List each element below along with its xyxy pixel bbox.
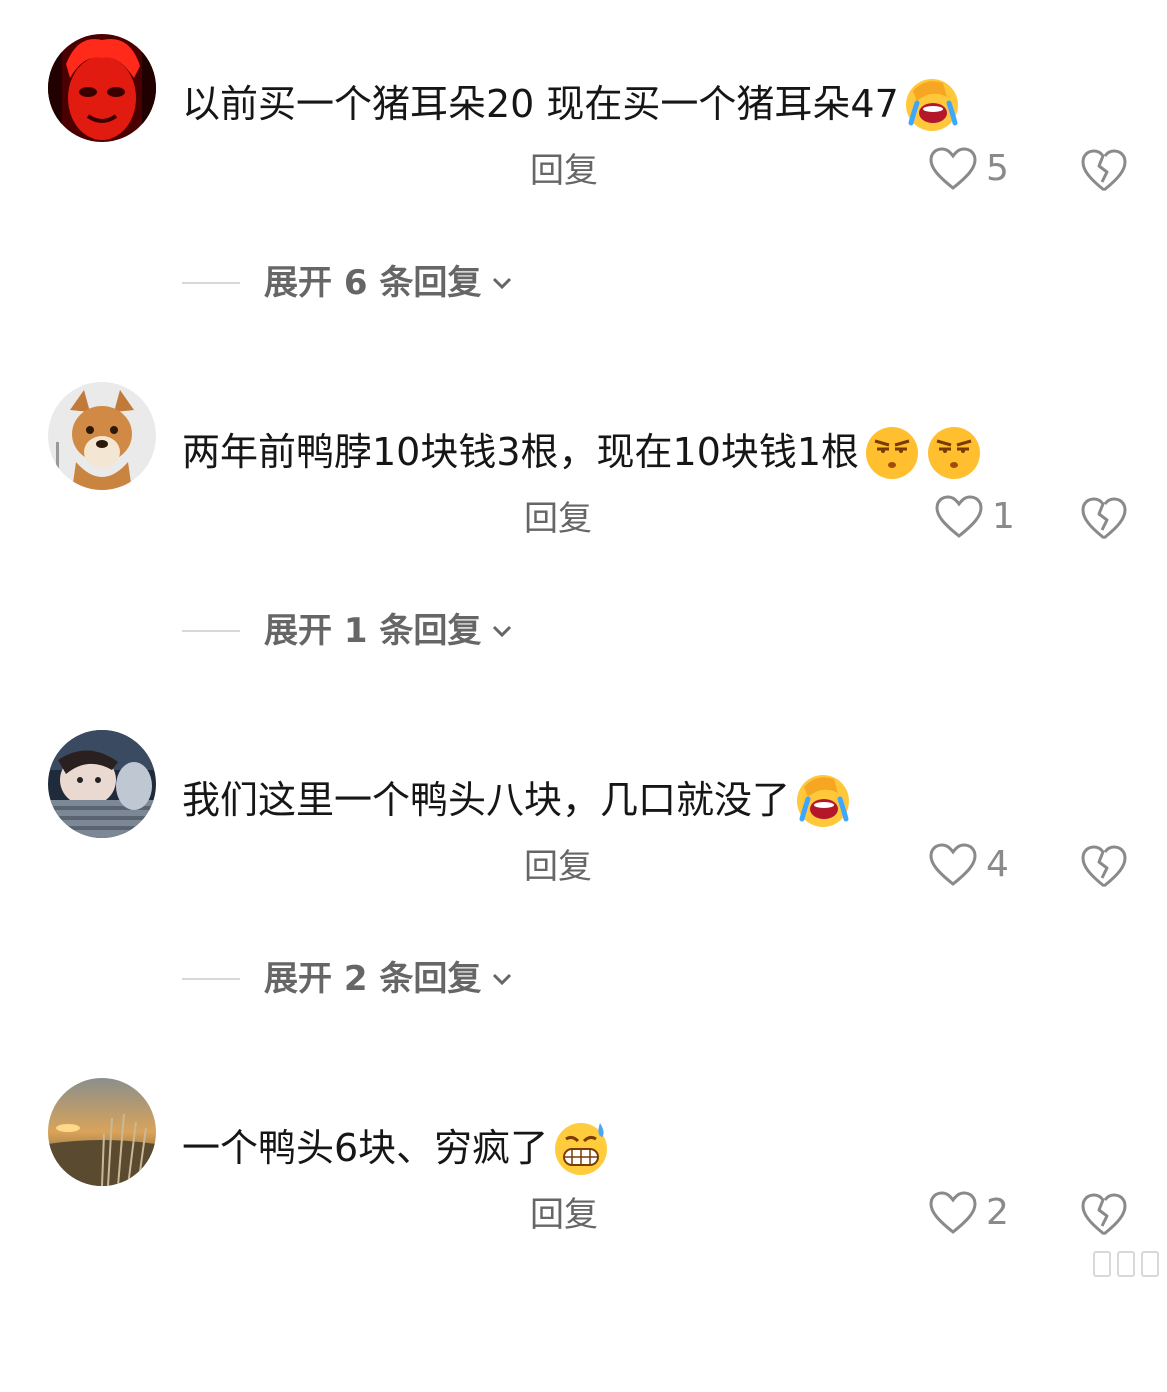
heart-icon (929, 1191, 977, 1234)
comment-body: 我们这里一个鸭头八块，几口就没了 (182, 778, 791, 822)
grinning-sweat-emoji-icon (552, 1119, 610, 1177)
broken-heart-icon (1081, 497, 1127, 540)
dislike-button[interactable] (1080, 1192, 1128, 1242)
sunset-avatar-image (48, 1078, 156, 1186)
expand-replies-label: 展开 2 条回复 (264, 959, 482, 999)
expand-replies-label: 展开 1 条回复 (264, 611, 482, 651)
broken-heart-icon (1081, 845, 1127, 888)
broken-heart-icon (1081, 1193, 1127, 1236)
reply-button[interactable]: 回复 (524, 496, 592, 542)
like-count: 4 (986, 844, 1009, 885)
unamused-face-emoji-icon (925, 423, 983, 481)
like-count: 2 (986, 1192, 1009, 1233)
expand-replies-button[interactable]: 展开 2 条回复 (182, 956, 513, 1002)
dog-avatar-image (48, 382, 156, 490)
reply-button[interactable]: 回复 (524, 844, 592, 890)
face-palm-crying-emoji-icon (794, 771, 852, 829)
dislike-button[interactable] (1080, 496, 1128, 546)
comment-text: 两年前鸭脖10块钱3根，现在10块钱1根 (182, 420, 983, 484)
avatar[interactable] (48, 730, 156, 838)
avatar[interactable] (48, 34, 156, 142)
reply-button[interactable]: 回复 (530, 148, 598, 194)
unamused-face-emoji-icon (863, 423, 921, 481)
watermark-logo (1069, 1245, 1167, 1283)
comment-item: 一个鸭头6块、穷疯了 回复 2 (0, 1044, 1167, 1392)
red-face-avatar-image (48, 34, 156, 142)
like-button[interactable]: 2 (928, 1190, 1009, 1236)
avatar[interactable] (48, 1078, 156, 1186)
divider-line (182, 282, 240, 284)
chevron-down-icon (493, 277, 512, 290)
heart-icon (935, 495, 983, 538)
comment-body: 两年前鸭脖10块钱3根，现在10块钱1根 (182, 430, 860, 474)
like-button[interactable]: 4 (928, 842, 1009, 888)
dislike-button[interactable] (1080, 148, 1128, 198)
comment-item: 两年前鸭脖10块钱3根，现在10块钱1根 回复 1 展开 1 条回复 (0, 348, 1167, 696)
face-palm-crying-emoji-icon (903, 75, 961, 133)
comment-text: 以前买一个猪耳朵20 现在买一个猪耳朵47 (182, 72, 961, 136)
comment-item: 我们这里一个鸭头八块，几口就没了 回复 4 展开 2 条回复 (0, 696, 1167, 1044)
heart-icon (929, 147, 977, 190)
watermark-block (1117, 1251, 1135, 1277)
heart-icon (929, 843, 977, 886)
comment-text: 我们这里一个鸭头八块，几口就没了 (182, 768, 852, 832)
expand-replies-button[interactable]: 展开 6 条回复 (182, 260, 513, 306)
comment-body: 以前买一个猪耳朵20 现在买一个猪耳朵47 (182, 82, 899, 126)
expand-replies-label: 展开 6 条回复 (264, 263, 482, 303)
like-count: 1 (992, 496, 1015, 537)
watermark-block (1141, 1251, 1159, 1277)
chevron-down-icon (493, 625, 512, 638)
comment-body: 一个鸭头6块、穷疯了 (182, 1126, 549, 1170)
watermark-block (1093, 1251, 1111, 1277)
divider-line (182, 978, 240, 980)
like-button[interactable]: 1 (934, 494, 1015, 540)
dislike-button[interactable] (1080, 844, 1128, 894)
comment-text: 一个鸭头6块、穷疯了 (182, 1116, 610, 1180)
reply-button[interactable]: 回复 (530, 1192, 598, 1238)
divider-line (182, 630, 240, 632)
avatar[interactable] (48, 382, 156, 490)
broken-heart-icon (1081, 149, 1127, 192)
expand-replies-button[interactable]: 展开 1 条回复 (182, 608, 513, 654)
like-count: 5 (986, 148, 1009, 189)
comment-item: 以前买一个猪耳朵20 现在买一个猪耳朵47 回复 5 展开 6 条回复 (0, 0, 1167, 348)
like-button[interactable]: 5 (928, 146, 1009, 192)
girl-avatar-image (48, 730, 156, 838)
chevron-down-icon (493, 973, 512, 986)
